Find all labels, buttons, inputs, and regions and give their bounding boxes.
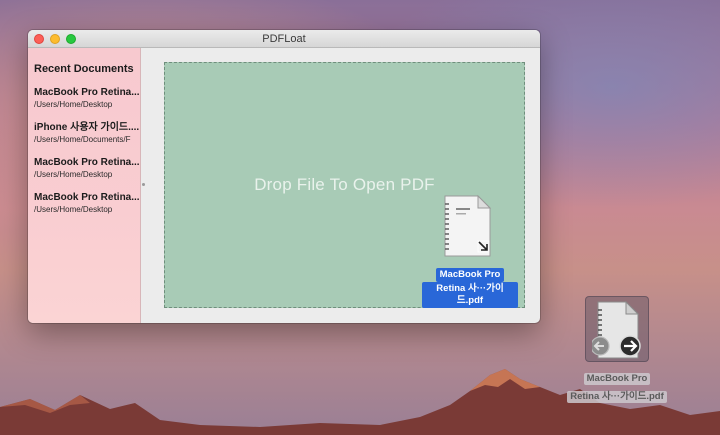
recent-documents-sidebar: Recent Documents MacBook Pro Retina... /…	[28, 48, 141, 323]
recent-document-item[interactable]: iPhone 사용자 가이드.... /Users/Home/Documents…	[28, 121, 140, 156]
zoom-window-button[interactable]	[66, 34, 76, 44]
recent-document-item[interactable]: MacBook Pro Retina... /Users/Home/Deskto…	[28, 156, 140, 191]
recent-document-path: /Users/Home/Documents/F	[34, 135, 131, 144]
window-controls	[34, 34, 76, 44]
file-name-line2: Retina 사···가이드.pdf	[422, 282, 518, 308]
dragged-file-label: MacBook Pro Retina 사···가이드.pdf	[422, 264, 518, 308]
pdf-document-icon	[444, 194, 492, 257]
pdf-document-icon	[592, 300, 641, 359]
recent-document-path: /Users/Home/Desktop	[34, 100, 113, 109]
desktop-file-label: MacBook Pro Retina 사···가이드.pdf	[567, 368, 667, 404]
drop-zone-text: Drop File To Open PDF	[254, 175, 435, 194]
recent-document-name: iPhone 사용자 가이드....	[34, 122, 140, 133]
title-bar[interactable]: PDFLoat	[28, 30, 540, 48]
window-title: PDFLoat	[262, 32, 306, 45]
sidebar-title: Recent Documents	[34, 63, 134, 75]
split-view-divider-handle[interactable]	[142, 183, 145, 186]
recent-document-name: MacBook Pro Retina...	[34, 192, 140, 203]
file-name-line2: Retina 사···가이드.pdf	[567, 391, 667, 403]
file-name-line1: MacBook Pro	[583, 373, 651, 385]
recent-document-item[interactable]: MacBook Pro Retina... /Users/Home/Deskto…	[28, 86, 140, 121]
recent-document-path: /Users/Home/Desktop	[34, 170, 113, 179]
close-window-button[interactable]	[34, 34, 44, 44]
recent-document-item[interactable]: MacBook Pro Retina... /Users/Home/Deskto…	[28, 191, 140, 226]
minimize-window-button[interactable]	[50, 34, 60, 44]
file-name-line1: MacBook Pro	[435, 268, 505, 282]
recent-document-path: /Users/Home/Desktop	[34, 205, 113, 214]
recent-document-name: MacBook Pro Retina...	[34, 157, 140, 168]
recent-document-name: MacBook Pro Retina...	[34, 87, 140, 98]
